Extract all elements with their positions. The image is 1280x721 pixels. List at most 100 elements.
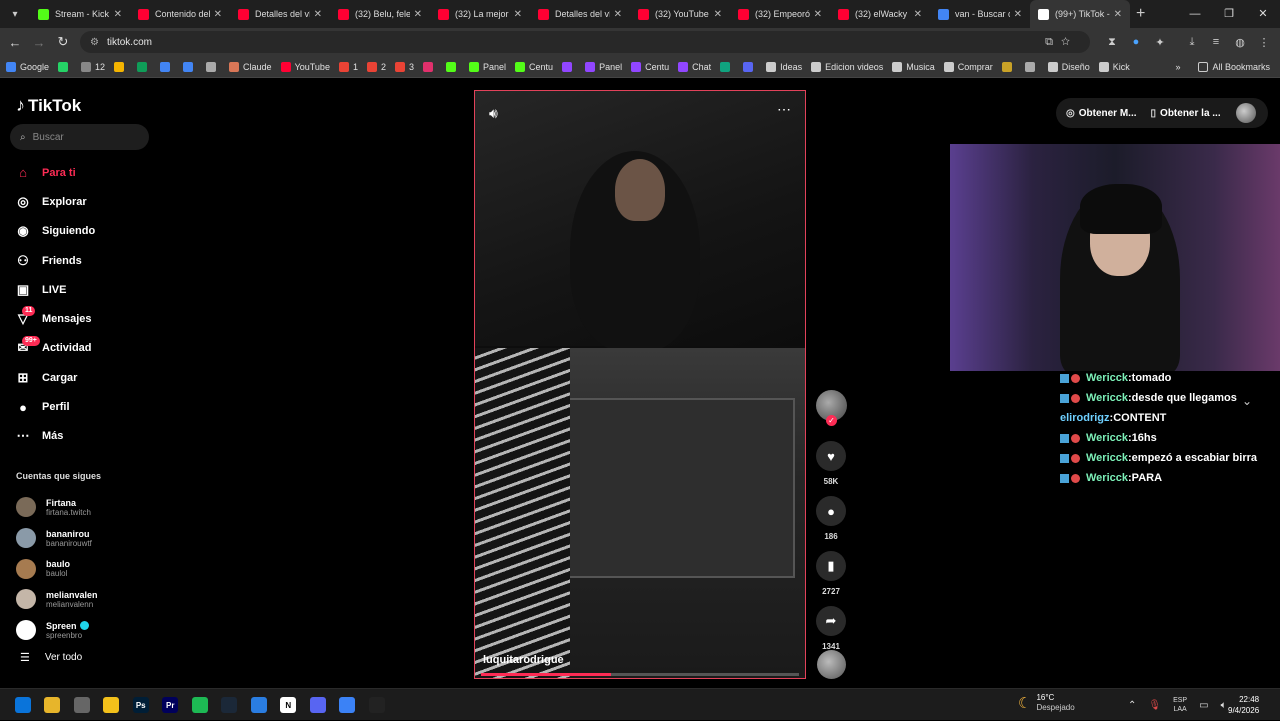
- video-player[interactable]: 🔊︎ ⋯ luquitarodrigue: [474, 90, 806, 679]
- network-icon[interactable]: ▭: [1199, 700, 1208, 711]
- bookmark-item[interactable]: Comprar: [943, 61, 993, 72]
- bookmark-item[interactable]: [183, 61, 197, 72]
- tab-close-icon[interactable]: ✕: [614, 9, 622, 20]
- bookmark-item[interactable]: [446, 61, 460, 72]
- site-info-icon[interactable]: ⚙: [90, 37, 99, 48]
- tab-close-icon[interactable]: ✕: [714, 9, 722, 20]
- all-bookmarks[interactable]: All Bookmarks: [1198, 62, 1270, 72]
- reload-button[interactable]: ↻: [51, 34, 75, 50]
- comment-action[interactable]: ● 186: [815, 496, 847, 551]
- taskbar-app-notepad[interactable]: [244, 689, 274, 721]
- sidebar-item-compass[interactable]: ◎ Explorar: [14, 187, 154, 216]
- volume-icon[interactable]: 🔊︎: [489, 105, 498, 122]
- bookmark-item[interactable]: [114, 61, 128, 72]
- bookmark-item[interactable]: [743, 61, 757, 72]
- bookmark-item[interactable]: Claude: [229, 61, 272, 72]
- see-all-link[interactable]: ☰ Ver todo: [20, 651, 82, 664]
- following-account[interactable]: bananirou bananirouwtf: [16, 523, 156, 554]
- follow-plus-icon[interactable]: ✓: [826, 415, 837, 426]
- browser-tab[interactable]: (32) elWacky - ✕: [830, 0, 930, 28]
- bookmark-item[interactable]: [1024, 61, 1039, 72]
- browser-tab[interactable]: van - Buscar co ✕: [930, 0, 1030, 28]
- bookmark-item[interactable]: [58, 61, 72, 72]
- minimize-button[interactable]: —: [1178, 0, 1212, 28]
- browser-tab[interactable]: (32) Belu, felec ✕: [330, 0, 430, 28]
- bookmark-item[interactable]: 2: [366, 61, 386, 72]
- taskbar-app-premiere[interactable]: Pr: [156, 689, 186, 721]
- sound-avatar[interactable]: [817, 650, 846, 679]
- browser-tab[interactable]: (32) Empeoró ✕: [730, 0, 830, 28]
- sidebar-item-more[interactable]: ⋯ Más: [14, 422, 154, 451]
- tray-expand-icon[interactable]: ⌃: [1128, 700, 1136, 711]
- menu-kebab-icon[interactable]: ⋮: [1252, 36, 1276, 49]
- taskbar-app-spotify[interactable]: [185, 689, 215, 721]
- tab-search-button[interactable]: ▾: [4, 3, 26, 25]
- bookmark-item[interactable]: Panel: [469, 61, 506, 72]
- sidebar-item-activity[interactable]: ✉ 99+ Actividad: [14, 334, 154, 363]
- following-account[interactable]: Spreen spreenbro: [16, 615, 156, 646]
- address-bar[interactable]: ⚙ tiktok.com ⧉☆: [80, 31, 1090, 53]
- taskbar-app-app11[interactable]: [333, 689, 363, 721]
- bookmark-item[interactable]: 1: [338, 61, 358, 72]
- mic-icon[interactable]: 🎙︎: [1148, 700, 1161, 711]
- bookmark-item[interactable]: Chat: [678, 61, 711, 72]
- bookmark-item[interactable]: Centu: [515, 61, 553, 72]
- tab-close-icon[interactable]: ✕: [514, 9, 522, 20]
- video-author[interactable]: luquitarodrigue: [483, 654, 564, 666]
- tab-close-icon[interactable]: ✕: [814, 9, 822, 20]
- video-progress-bar[interactable]: [481, 673, 799, 676]
- download-icon[interactable]: ⤓: [1180, 36, 1204, 49]
- get-app-button[interactable]: ▯ Obtener la ...: [1151, 108, 1221, 119]
- creator-avatar[interactable]: ✓: [816, 390, 847, 426]
- new-tab-button[interactable]: +: [1136, 5, 1145, 23]
- language-indicator[interactable]: ESP LAA: [1173, 696, 1187, 714]
- taskbar-app-discord[interactable]: [303, 689, 333, 721]
- tab-close-icon[interactable]: ✕: [314, 9, 322, 20]
- sidebar-item-friends[interactable]: ⚇ Friends: [14, 246, 154, 275]
- bookmark-item[interactable]: Google: [6, 61, 49, 72]
- taskbar-app-start[interactable]: [8, 689, 38, 721]
- more-options-icon[interactable]: ⋯: [777, 101, 791, 118]
- taskbar-app-steam[interactable]: [215, 689, 245, 721]
- taskbar-app-app12[interactable]: [362, 689, 392, 721]
- browser-tab[interactable]: Contenido del ✕: [130, 0, 230, 28]
- following-account[interactable]: Firtana firtana.twitch: [16, 492, 156, 523]
- bookmark-item[interactable]: Centu: [631, 61, 669, 72]
- tab-close-icon[interactable]: ✕: [414, 9, 422, 20]
- bookmark-item[interactable]: [137, 61, 151, 72]
- bookmark-item[interactable]: Edicion videos: [811, 61, 883, 72]
- heart-icon[interactable]: ♥: [816, 441, 846, 471]
- extension-icon[interactable]: ⧗: [1100, 36, 1124, 49]
- bookmark-star-icon[interactable]: ⧉☆: [1045, 36, 1078, 49]
- extensions-puzzle-icon[interactable]: ✦: [1148, 36, 1172, 49]
- media-icon[interactable]: ≡: [1204, 36, 1228, 48]
- bookmark-item[interactable]: [562, 61, 576, 72]
- sidebar-item-following[interactable]: ◉ Siguiendo: [14, 217, 154, 246]
- sidebar-item-upload[interactable]: ⊞ Cargar: [14, 363, 154, 392]
- bookmark-action[interactable]: ▮ 2727: [815, 551, 847, 606]
- tab-close-icon[interactable]: ✕: [214, 9, 222, 20]
- browser-tab[interactable]: Detalles del víd ✕: [530, 0, 630, 28]
- sidebar-item-messages[interactable]: ▽ 11 Mensajes: [14, 304, 154, 333]
- bookmark-item[interactable]: Musica: [892, 61, 935, 72]
- tab-close-icon[interactable]: ✕: [914, 9, 922, 20]
- bookmark-item[interactable]: Kick: [1098, 61, 1130, 72]
- bookmark-item[interactable]: Ideas: [766, 61, 802, 72]
- tiktok-logo[interactable]: ♪ TikTok: [16, 95, 81, 116]
- bookmark-item[interactable]: 3: [394, 61, 414, 72]
- search-input[interactable]: ⌕ Buscar: [10, 124, 149, 150]
- tab-close-icon[interactable]: ✕: [1114, 9, 1122, 20]
- bookmark-item[interactable]: Diseño: [1047, 61, 1090, 72]
- sidebar-item-profile[interactable]: ● Perfil: [14, 392, 154, 421]
- browser-tab[interactable]: (99+) TikTok - M ✕: [1030, 0, 1130, 28]
- bookmark-item[interactable]: Panel: [585, 61, 622, 72]
- bookmark-item[interactable]: 12: [81, 61, 105, 72]
- speaker-icon[interactable]: 🔈︎: [1221, 700, 1227, 711]
- forward-button[interactable]: →: [27, 35, 51, 50]
- sidebar-item-home[interactable]: ⌂ Para ti: [14, 158, 154, 187]
- bookmark-item[interactable]: YouTube: [280, 61, 330, 72]
- weather-widget[interactable]: ☾ 16°C Despejado: [1018, 693, 1075, 713]
- close-window-button[interactable]: ✕: [1246, 0, 1280, 28]
- tab-close-icon[interactable]: ✕: [114, 9, 122, 20]
- heart-action[interactable]: ♥ 58K: [815, 441, 847, 496]
